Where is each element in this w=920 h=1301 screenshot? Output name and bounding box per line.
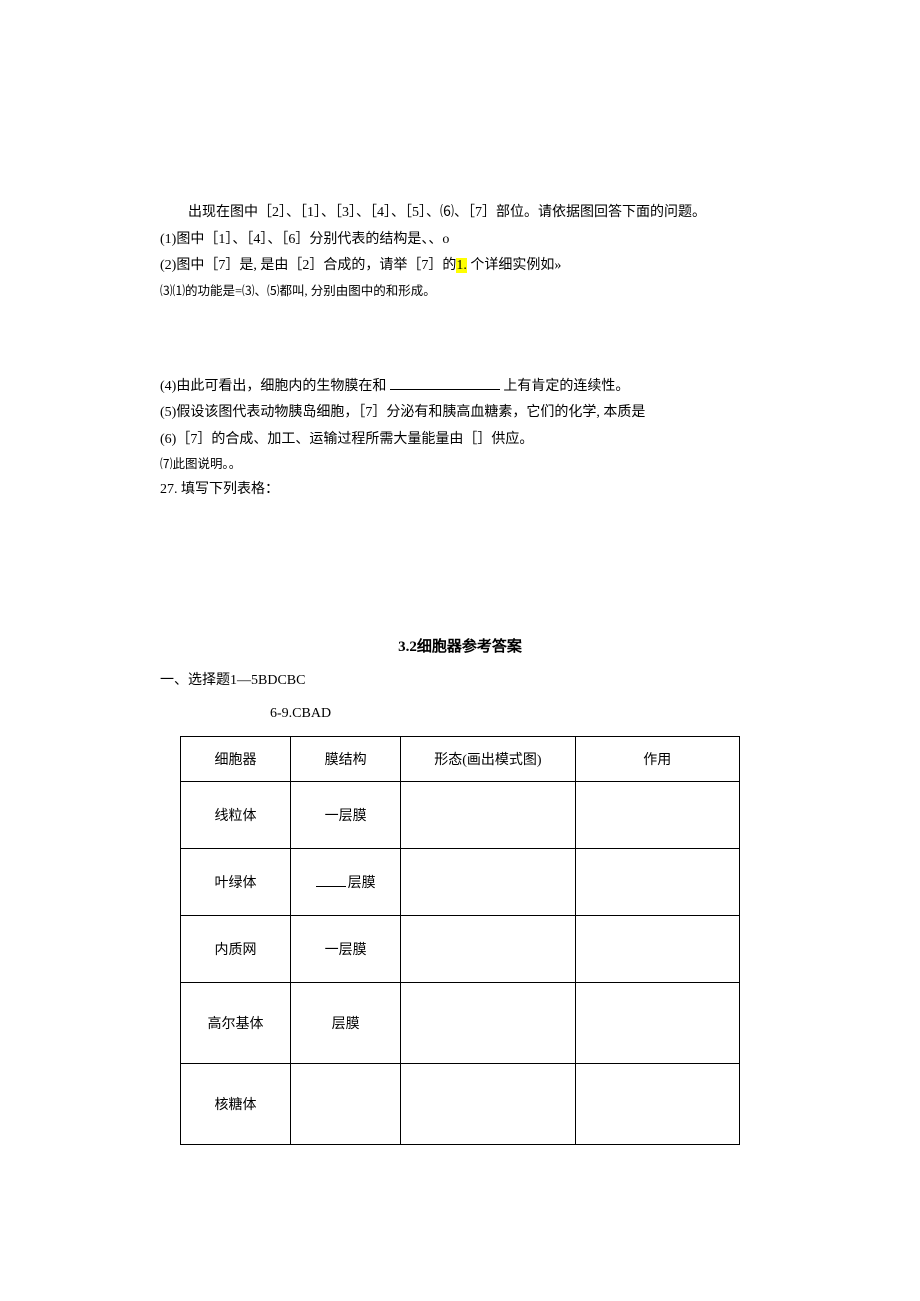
cell-function [575, 982, 739, 1063]
text-span: (2)图中［7］是, 是由［2］合成的，请举［7］的 [160, 258, 456, 273]
question-27: 27. 填写下列表格： [160, 477, 760, 504]
question-3: ⑶⑴的功能是=⑶、⑸都叫, 分别由图中的和形成。 [160, 280, 760, 304]
spacer [160, 304, 760, 374]
question-2: (2)图中［7］是, 是由［2］合成的，请举［7］的1. 个详细实例如» [160, 253, 760, 280]
text-span: 个详细实例如» [467, 258, 562, 273]
text-line: 出现在图中［2］、［1］、［3］、［4］、［5］、⑹、［7］部位。请依据图回答下… [160, 200, 760, 227]
question-6: (6)［7］的合成、加工、运输过程所需大量能量由［］供应。 [160, 427, 760, 454]
organelle-table: 细胞器 膜结构 形态(画出模式图) 作用 线粒体 一层膜 叶绿体 层膜 内质网 … [180, 736, 740, 1145]
blank-line [390, 375, 500, 390]
header-function: 作用 [575, 736, 739, 781]
table-header-row: 细胞器 膜结构 形态(画出模式图) 作用 [181, 736, 740, 781]
cell-shape [401, 982, 575, 1063]
highlight-text: 1. [456, 258, 467, 273]
cell-function [575, 848, 739, 915]
question-5: (5)假设该图代表动物胰岛细胞，［7］分泌有和胰高血糖素，它们的化学, 本质是 [160, 400, 760, 427]
cell-membrane: 一层膜 [291, 915, 401, 982]
spacer [160, 504, 760, 634]
question-4: (4)由此可看出，细胞内的生物膜在和 上有肯定的连续性。 [160, 374, 760, 401]
table-row: 线粒体 一层膜 [181, 781, 740, 848]
table-row: 叶绿体 层膜 [181, 848, 740, 915]
text-span: (4)由此可看出，细胞内的生物膜在和 [160, 379, 390, 394]
question-1: (1)图中［1］、［4］、［6］分别代表的结构是、、o [160, 227, 760, 254]
cell-organelle: 内质网 [181, 915, 291, 982]
cell-shape [401, 1063, 575, 1144]
header-shape: 形态(画出模式图) [401, 736, 575, 781]
text-span: 上有肯定的连续性。 [500, 379, 630, 394]
cell-membrane [291, 1063, 401, 1144]
cell-membrane: 层膜 [291, 848, 401, 915]
cell-organelle: 高尔基体 [181, 982, 291, 1063]
question-7: ⑺此图说明｡。 [160, 453, 760, 477]
table-row: 内质网 一层膜 [181, 915, 740, 982]
header-organelle: 细胞器 [181, 736, 291, 781]
blank-line [316, 872, 346, 887]
cell-membrane: 层膜 [291, 982, 401, 1063]
cell-function [575, 1063, 739, 1144]
cell-membrane: 一层膜 [291, 781, 401, 848]
answer-subline: 6-9.CBAD [270, 706, 760, 721]
text-span: 层膜 [348, 876, 376, 891]
section-heading: 一、选择题1—5BDCBC [160, 669, 760, 693]
table-row: 核糖体 [181, 1063, 740, 1144]
header-membrane: 膜结构 [291, 736, 401, 781]
cell-shape [401, 915, 575, 982]
cell-organelle: 核糖体 [181, 1063, 291, 1144]
cell-shape [401, 781, 575, 848]
cell-function [575, 915, 739, 982]
cell-organelle: 叶绿体 [181, 848, 291, 915]
answer-title: 3.2细胞器参考答案 [160, 634, 760, 661]
document-page: 出现在图中［2］、［1］、［3］、［4］、［5］、⑹、［7］部位。请依据图回答下… [0, 0, 920, 1245]
cell-function [575, 781, 739, 848]
cell-organelle: 线粒体 [181, 781, 291, 848]
table-row: 高尔基体 层膜 [181, 982, 740, 1063]
cell-shape [401, 848, 575, 915]
